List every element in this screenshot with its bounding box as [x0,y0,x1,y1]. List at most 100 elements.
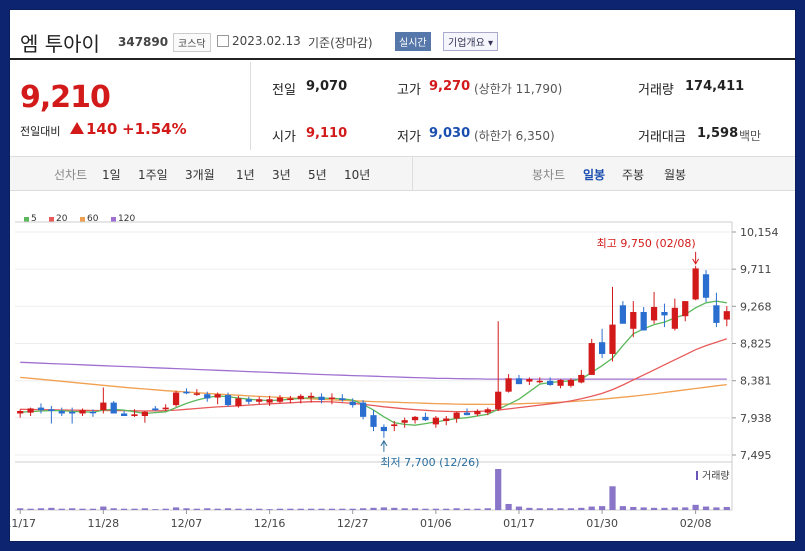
volume-bar [619,506,627,510]
x-tick-label: 12/27 [337,517,369,530]
volume-bar [505,503,512,510]
candle-body [588,343,595,375]
volume-bar [79,508,86,510]
candle-body [370,415,377,427]
candle-body [609,324,616,354]
candle-body [17,410,24,414]
y-tick-label: 8,825 [740,337,772,350]
y-tick-label: 7,938 [740,412,772,425]
candle-body [37,407,45,411]
candle-body [287,398,294,401]
x-tick-label: 12/07 [171,517,203,530]
volume-bar [536,508,543,510]
volume-bar [349,508,356,510]
candle-body [598,342,606,354]
volume-bar [204,508,211,510]
candle-body [619,305,627,324]
volume-bar [152,509,159,510]
candle-body [27,408,34,413]
ma120-line [20,361,727,380]
candle-body [630,312,637,329]
volume-bar [256,508,263,510]
volume-bar [172,507,180,510]
candle-body [193,393,200,395]
volume-legend-label: 거래량 [702,470,730,482]
candle-body [308,395,315,398]
y-tick-label: 7,495 [740,449,772,462]
volume-bar [463,508,471,510]
volume-bar [588,506,595,510]
volume-bar [630,506,637,510]
volume-bar [287,508,294,510]
volume-bar [276,508,284,510]
volume-bar [682,507,689,510]
volume-bar [308,508,315,510]
candle-body [401,420,408,423]
candle-body [640,312,647,331]
candle-body [224,395,232,406]
volume-bar [17,508,24,510]
y-tick-label: 9,268 [740,300,772,313]
candle-body [276,397,284,402]
candle-body [100,402,107,411]
candle-body [536,380,543,383]
candle-body [172,392,180,406]
candle-body [692,268,699,300]
candle-body [650,306,658,321]
volume-bar [89,508,97,510]
candle-body [162,407,169,410]
volume-bar [297,508,304,510]
candle-body [328,397,336,400]
candle-body [58,410,65,414]
volume-bar [578,507,585,510]
candle-body [422,416,429,421]
candle-body [266,399,273,403]
y-tick-label: 9,711 [740,263,772,276]
candle-body [349,401,356,406]
volume-bar [661,507,668,510]
volume-bar [318,508,325,510]
candle-body [235,398,242,406]
candle-body [69,411,76,414]
volume-bar [422,508,429,510]
volume-bar [370,507,377,510]
candle-body [702,274,710,298]
volume-bar [339,508,346,510]
volume-bar [474,508,481,510]
volume-bar [193,508,200,510]
candle-body [339,398,346,401]
candle-body [297,395,304,400]
volume-bar [432,508,439,510]
candle-body [682,301,689,317]
candle-body [443,418,450,422]
volume-bar [214,508,221,510]
candle-body [557,379,564,386]
volume-bar [131,508,138,510]
candle-body [245,399,252,402]
candle-body [453,412,460,419]
volume-bar [162,508,169,510]
volume-bar [702,506,710,510]
candle-body [318,396,325,401]
volume-bar [100,506,107,510]
volume-bar [411,508,419,510]
volume-bar [547,508,554,510]
volume-bar [557,508,564,510]
volume-bar [713,507,720,510]
x-tick-label: 12/16 [254,517,286,530]
x-tick-label: 11/28 [87,517,119,530]
volume-bar [224,508,232,510]
candle-body [152,408,159,411]
min-annotation: 최저 7,700 (12/26) [380,456,479,469]
volume-bar [609,486,616,510]
volume-bar [37,508,45,510]
x-tick-label: 11/17 [10,517,36,530]
ma20-line [20,338,728,413]
volume-bar [401,508,408,510]
volume-bar [671,507,678,510]
volume-bar [650,507,658,510]
candle-body [79,410,86,414]
candle-body [526,379,533,382]
volume-bar [515,506,523,510]
candle-body [474,410,481,415]
